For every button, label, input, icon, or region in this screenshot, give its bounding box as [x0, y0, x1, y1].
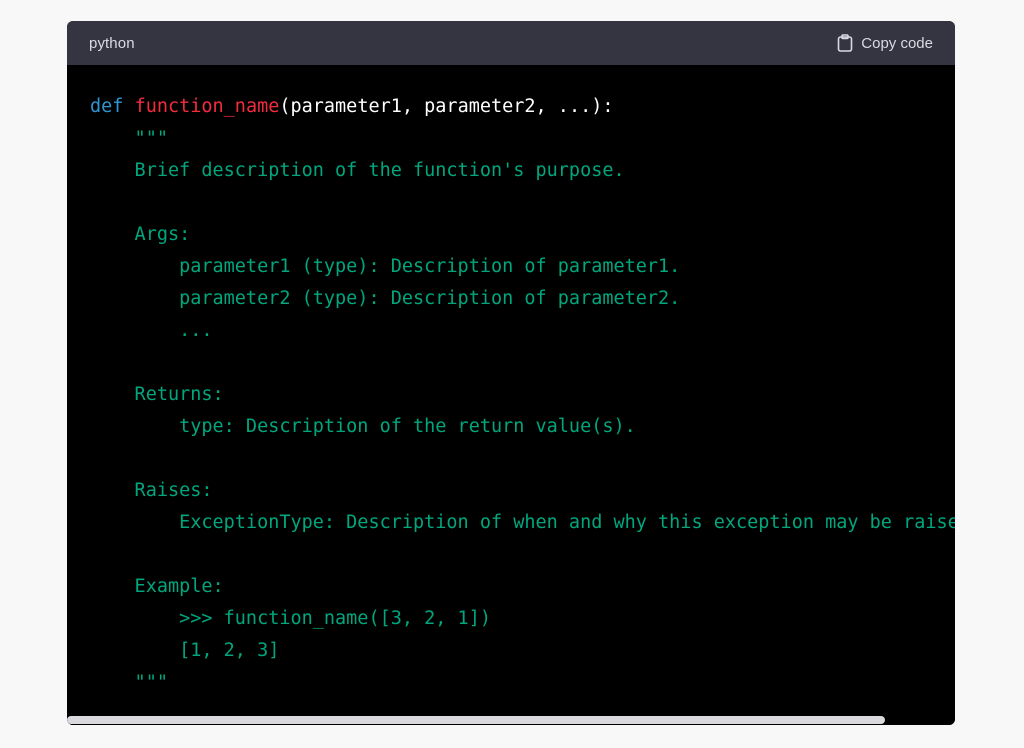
code-body[interactable]: def function_name(parameter1, parameter2…	[67, 65, 955, 713]
code-header: python Copy code	[67, 21, 955, 65]
clipboard-icon	[837, 34, 853, 52]
function-name-token: function_name	[134, 96, 280, 117]
function-signature: (parameter1, parameter2, ...):	[279, 96, 614, 117]
copy-code-label: Copy code	[861, 34, 933, 52]
docstring: """ Brief description of the function's …	[134, 128, 955, 693]
language-label: python	[89, 34, 135, 52]
copy-code-button[interactable]: Copy code	[837, 34, 933, 52]
horizontal-scrollbar[interactable]	[67, 713, 955, 725]
code-text[interactable]: def function_name(parameter1, parameter2…	[90, 91, 955, 699]
code-block: python Copy code def function_name(param…	[67, 21, 955, 725]
scrollbar-thumb[interactable]	[67, 716, 885, 724]
def-keyword: def	[90, 96, 124, 117]
